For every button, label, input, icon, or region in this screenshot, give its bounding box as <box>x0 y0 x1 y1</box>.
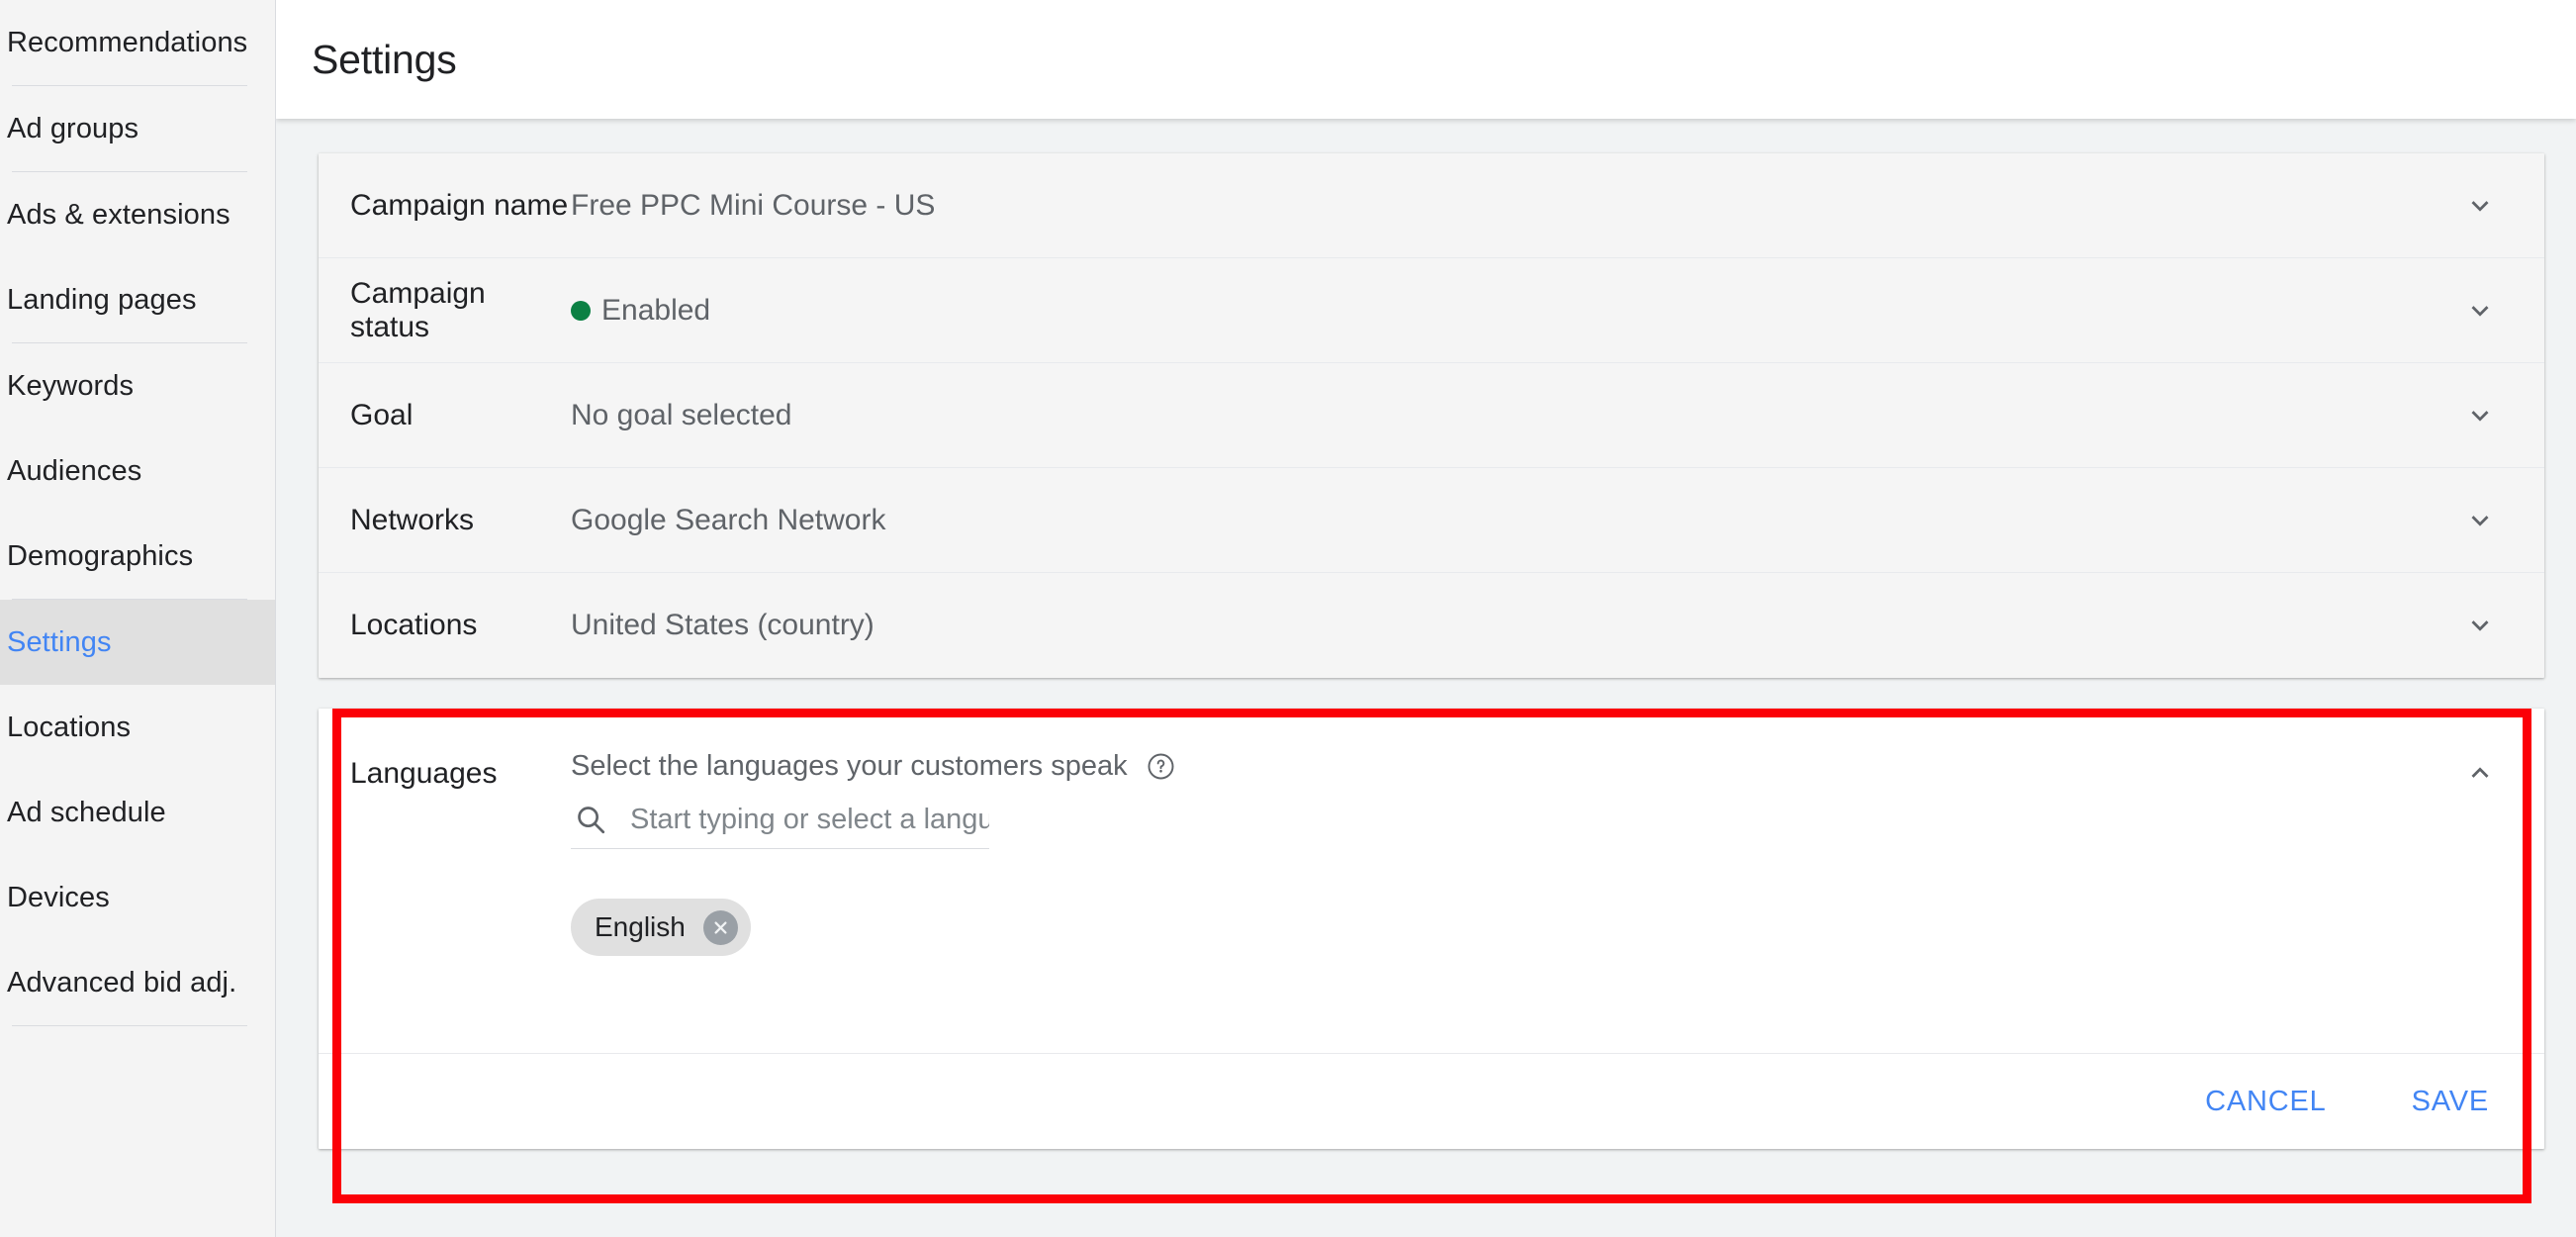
language-search-input[interactable] <box>630 803 989 836</box>
setting-row-campaign-name[interactable]: Campaign name Free PPC Mini Course - US <box>319 153 2544 258</box>
sidebar-nav: Recommendations Ad groups Ads & extensio… <box>0 0 276 1237</box>
languages-actions: CANCEL SAVE <box>319 1053 2544 1149</box>
sidebar-item-label: Demographics <box>7 539 194 572</box>
languages-label: Languages <box>350 757 498 790</box>
sidebar-item-demographics[interactable]: Demographics <box>0 514 275 599</box>
chevron-down-icon[interactable] <box>2436 399 2525 432</box>
chevron-down-icon[interactable] <box>2436 294 2525 328</box>
selected-languages-list: English <box>571 899 2436 956</box>
row-value: United States (country) <box>571 609 2436 642</box>
sidebar-item-ad-groups[interactable]: Ad groups <box>0 86 275 171</box>
languages-panel-wrapper: Languages Select the languages your cust… <box>319 709 2544 1203</box>
sidebar-item-keywords[interactable]: Keywords <box>0 343 275 428</box>
language-chip: English <box>571 899 751 956</box>
sidebar-item-label: Settings <box>7 625 112 658</box>
sidebar-item-label: Landing pages <box>7 283 197 316</box>
row-label: Networks <box>350 503 475 536</box>
languages-panel: Languages Select the languages your cust… <box>319 709 2544 1203</box>
sidebar-item-recommendations[interactable]: Recommendations <box>0 0 275 85</box>
chevron-up-icon[interactable] <box>2436 728 2525 1053</box>
sidebar-item-advanced-bid-adj[interactable]: Advanced bid adj. <box>0 940 275 1025</box>
languages-fields: Select the languages your customers spea… <box>571 728 2436 1053</box>
settings-summary-card: Campaign name Free PPC Mini Course - US … <box>319 153 2544 678</box>
row-value: No goal selected <box>571 399 2436 432</box>
languages-description-text: Select the languages your customers spea… <box>571 750 1128 782</box>
sidebar-item-label: Recommendations <box>7 26 248 58</box>
row-label: Goal <box>350 398 414 431</box>
status-dot-icon <box>571 300 591 321</box>
chevron-down-icon[interactable] <box>2436 504 2525 537</box>
language-search-field[interactable] <box>571 797 989 849</box>
row-value-text: Google Search Network <box>571 503 886 536</box>
row-value-text: Enabled <box>601 293 711 327</box>
help-circle-icon[interactable] <box>1146 751 1176 782</box>
row-value-text: United States (country) <box>571 609 874 641</box>
sidebar-item-settings[interactable]: Settings <box>0 600 275 685</box>
sidebar-item-landing-pages[interactable]: Landing pages <box>0 257 275 342</box>
sidebar-item-label: Ad schedule <box>7 796 166 828</box>
app-root: Recommendations Ad groups Ads & extensio… <box>0 0 2576 1237</box>
main-content: Settings Campaign name Free PPC Mini Cou… <box>276 0 2576 1237</box>
row-value-text: Free PPC Mini Course - US <box>571 188 936 222</box>
chevron-down-icon[interactable] <box>2436 609 2525 642</box>
sidebar-item-label: Keywords <box>7 369 135 402</box>
row-value: Free PPC Mini Course - US <box>571 189 2436 223</box>
search-icon <box>573 803 608 836</box>
row-value: Enabled <box>571 294 2436 328</box>
sidebar-item-label: Ads & extensions <box>7 198 230 231</box>
row-value: Google Search Network <box>571 504 2436 537</box>
cancel-button[interactable]: CANCEL <box>2187 1074 2344 1130</box>
setting-row-networks[interactable]: Networks Google Search Network <box>319 468 2544 573</box>
setting-row-locations[interactable]: Locations United States (country) <box>319 573 2544 678</box>
sidebar-item-label: Locations <box>7 711 132 743</box>
sidebar-divider <box>12 1025 247 1026</box>
sidebar-item-label: Devices <box>7 881 110 913</box>
sidebar-item-locations[interactable]: Locations <box>0 685 275 770</box>
setting-row-goal[interactable]: Goal No goal selected <box>319 363 2544 468</box>
sidebar-item-label: Audiences <box>7 454 142 487</box>
setting-row-campaign-status[interactable]: Campaign status Enabled <box>319 258 2544 363</box>
save-button[interactable]: SAVE <box>2394 1074 2507 1130</box>
page-title: Settings <box>312 36 457 82</box>
sidebar-item-label: Ad groups <box>7 112 139 144</box>
chevron-down-icon[interactable] <box>2436 189 2525 223</box>
sidebar-item-devices[interactable]: Devices <box>0 855 275 940</box>
row-value-text: No goal selected <box>571 398 792 431</box>
row-label: Campaign status <box>350 276 486 343</box>
settings-content-area: Campaign name Free PPC Mini Course - US … <box>276 119 2576 1237</box>
languages-description: Select the languages your customers spea… <box>571 750 2436 783</box>
page-header: Settings <box>276 0 2576 119</box>
sidebar-item-audiences[interactable]: Audiences <box>0 428 275 514</box>
close-circle-icon[interactable] <box>702 909 738 945</box>
language-chip-label: English <box>595 911 686 942</box>
languages-body: Languages Select the languages your cust… <box>319 709 2544 1053</box>
row-label: Locations <box>350 609 478 641</box>
row-label: Campaign name <box>350 188 569 222</box>
sidebar-item-label: Advanced bid adj. <box>7 966 237 999</box>
sidebar-item-ads-extensions[interactable]: Ads & extensions <box>0 172 275 257</box>
sidebar-item-ad-schedule[interactable]: Ad schedule <box>0 770 275 855</box>
